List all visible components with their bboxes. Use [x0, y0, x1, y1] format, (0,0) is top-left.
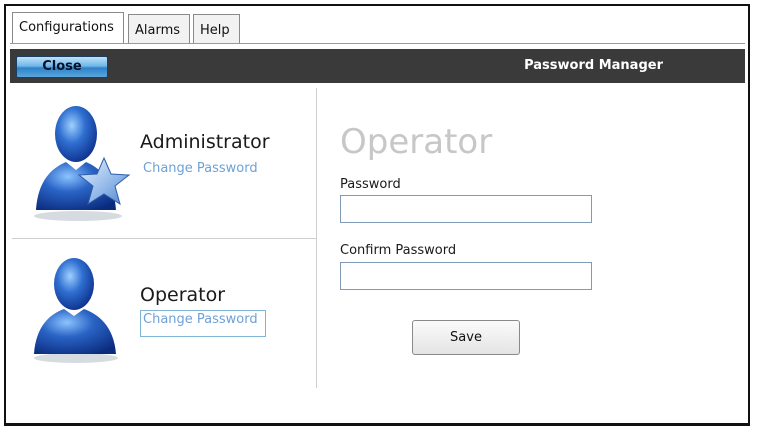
password-label: Password: [340, 177, 401, 192]
operator-change-password-link[interactable]: Change Password: [140, 310, 266, 337]
close-button[interactable]: Close: [16, 56, 108, 78]
admin-star-user-icon: [34, 106, 131, 221]
confirm-password-label: Confirm Password: [340, 243, 457, 258]
panel-divider-vertical: [316, 88, 317, 388]
admin-change-password-link[interactable]: Change Password: [143, 161, 258, 176]
app-window: Configurations Alarms Help Close Passwor…: [4, 4, 750, 426]
role-name-operator: Operator: [140, 284, 226, 306]
form-title: Operator: [340, 122, 493, 162]
panel-divider-horizontal: [12, 238, 316, 239]
header-bar: Close Password Manager: [10, 49, 745, 83]
page-title: Password Manager: [524, 58, 663, 73]
tab-alarms[interactable]: Alarms: [128, 14, 190, 44]
operator-user-icon: [34, 258, 118, 363]
confirm-password-field[interactable]: [340, 262, 592, 290]
tab-configurations[interactable]: Configurations: [12, 12, 124, 44]
password-field[interactable]: [340, 195, 592, 223]
tab-strip-divider: [10, 43, 745, 44]
role-name-administrator: Administrator: [140, 131, 270, 153]
save-button[interactable]: Save: [412, 320, 520, 355]
tab-help[interactable]: Help: [193, 14, 240, 44]
